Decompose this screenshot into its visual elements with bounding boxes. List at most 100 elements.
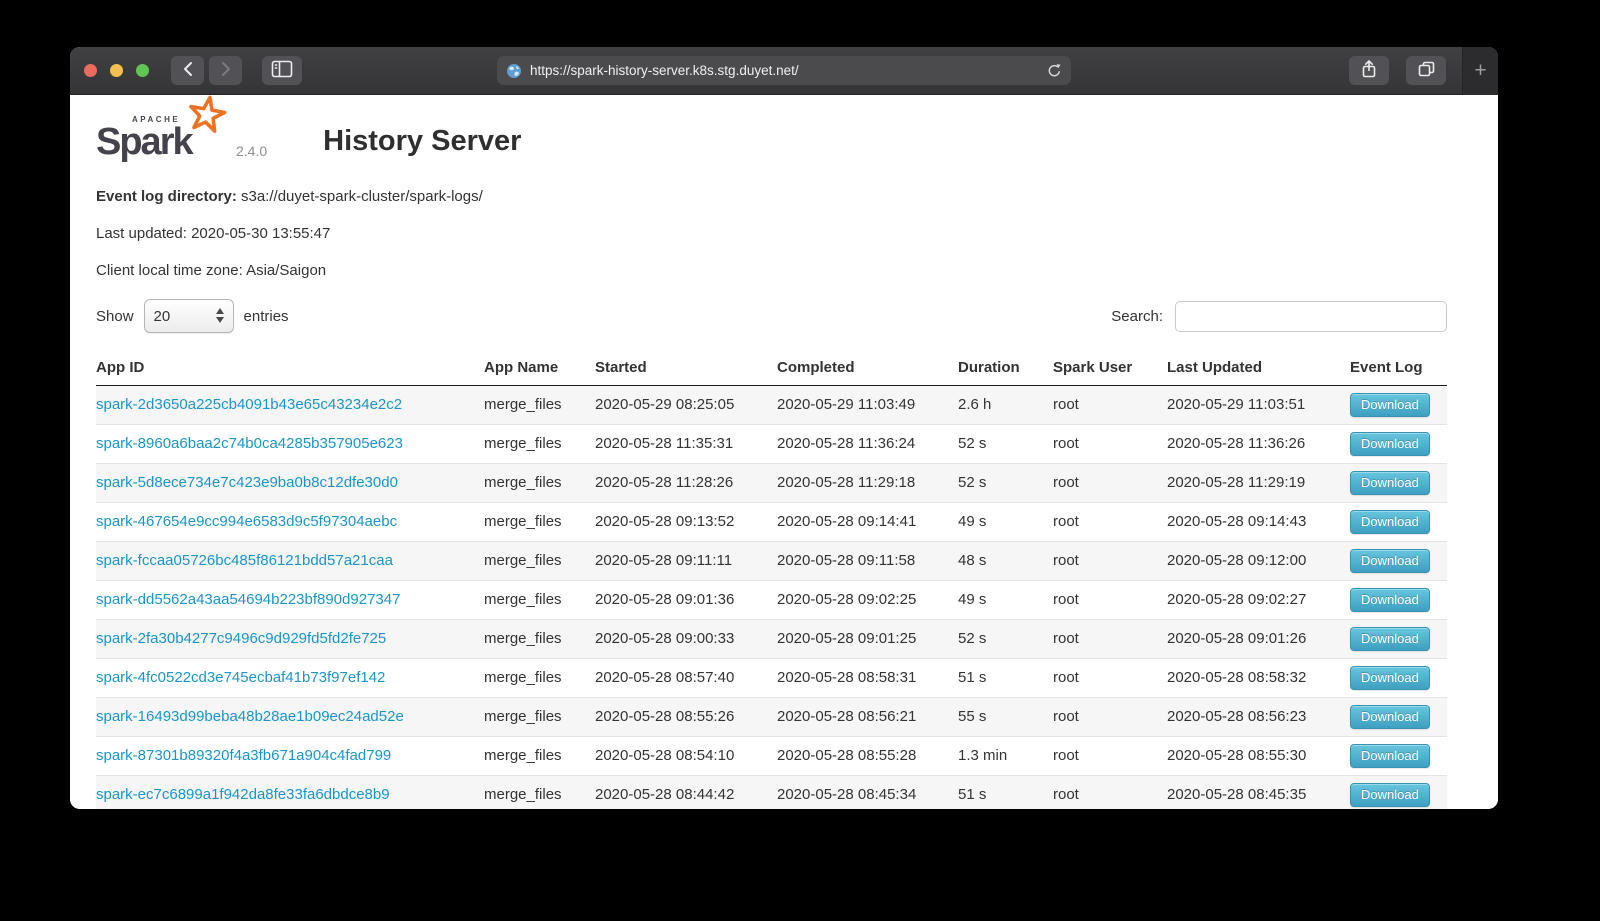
traffic-lights	[84, 64, 149, 77]
chevron-right-icon	[220, 61, 232, 80]
last-updated-cell: 2020-05-28 09:14:43	[1167, 503, 1350, 542]
event-log-cell: Download	[1350, 737, 1447, 776]
app-name-cell: merge_files	[484, 581, 595, 620]
search-label: Search:	[1111, 308, 1163, 325]
page-header: APACHE Spark 2.4.0 History Server	[96, 107, 1447, 160]
new-tab-button[interactable]: +	[1462, 47, 1498, 95]
last-updated-cell: 2020-05-28 11:29:19	[1167, 464, 1350, 503]
column-header-app-id[interactable]: App ID	[96, 351, 484, 386]
app-name-cell: merge_files	[484, 737, 595, 776]
download-button[interactable]: Download	[1350, 783, 1430, 807]
completed-cell: 2020-05-28 09:02:25	[777, 581, 958, 620]
column-header-app-name[interactable]: App Name	[484, 351, 595, 386]
page-title: History Server	[323, 127, 521, 160]
download-button[interactable]: Download	[1350, 627, 1430, 651]
last-updated-line: Last updated: 2020-05-30 13:55:47	[96, 225, 1447, 243]
entries-control: Show 20 entries	[96, 299, 289, 333]
download-button[interactable]: Download	[1350, 393, 1430, 417]
app-id-cell: spark-16493d99beba48b28ae1b09ec24ad52e	[96, 698, 484, 737]
app-id-cell: spark-467654e9cc994e6583d9c5f97304aebc	[96, 503, 484, 542]
address-bar[interactable]: https://spark-history-server.k8s.stg.duy…	[497, 56, 1071, 85]
download-button[interactable]: Download	[1350, 705, 1430, 729]
event-log-cell: Download	[1350, 425, 1447, 464]
sidebar-toggle-button[interactable]	[262, 56, 302, 85]
plus-icon: +	[1474, 59, 1486, 83]
event-log-directory-label: Event log directory:	[96, 188, 237, 205]
table-row: spark-fccaa05726bc485f86121bdd57a21caa m…	[96, 542, 1447, 581]
forward-button[interactable]	[209, 56, 242, 85]
toolbar-right-buttons	[1349, 56, 1446, 85]
search-input[interactable]	[1175, 301, 1447, 332]
spark-user-cell: root	[1053, 737, 1167, 776]
started-cell: 2020-05-28 11:35:31	[595, 425, 777, 464]
table-row: spark-5d8ece734e7c423e9ba0b8c12dfe30d0 m…	[96, 464, 1447, 503]
download-button[interactable]: Download	[1350, 744, 1430, 768]
minimize-window-button[interactable]	[110, 64, 123, 77]
last-updated-cell: 2020-05-28 09:01:26	[1167, 620, 1350, 659]
browser-toolbar: https://spark-history-server.k8s.stg.duy…	[70, 47, 1498, 95]
back-button[interactable]	[171, 56, 204, 85]
table-header-row: App IDApp NameStartedCompletedDurationSp…	[96, 351, 1447, 386]
duration-cell: 52 s	[958, 620, 1053, 659]
app-id-link[interactable]: spark-5d8ece734e7c423e9ba0b8c12dfe30d0	[96, 474, 398, 491]
event-log-cell: Download	[1350, 503, 1447, 542]
spark-user-cell: root	[1053, 698, 1167, 737]
download-button[interactable]: Download	[1350, 510, 1430, 534]
duration-cell: 1.3 min	[958, 737, 1053, 776]
column-header-last-updated[interactable]: Last Updated	[1167, 351, 1350, 386]
download-button[interactable]: Download	[1350, 666, 1430, 690]
app-id-link[interactable]: spark-dd5562a43aa54694b223bf890d927347	[96, 591, 400, 608]
reload-icon[interactable]	[1047, 63, 1062, 79]
download-button[interactable]: Download	[1350, 549, 1430, 573]
app-id-link[interactable]: spark-fccaa05726bc485f86121bdd57a21caa	[96, 552, 393, 569]
column-header-spark-user[interactable]: Spark User	[1053, 351, 1167, 386]
table-row: spark-dd5562a43aa54694b223bf890d927347 m…	[96, 581, 1447, 620]
duration-cell: 52 s	[958, 425, 1053, 464]
started-cell: 2020-05-28 09:13:52	[595, 503, 777, 542]
download-button[interactable]: Download	[1350, 432, 1430, 456]
download-button[interactable]: Download	[1350, 588, 1430, 612]
app-name-cell: merge_files	[484, 386, 595, 425]
close-window-button[interactable]	[84, 64, 97, 77]
app-id-cell: spark-5d8ece734e7c423e9ba0b8c12dfe30d0	[96, 464, 484, 503]
table-row: spark-87301b89320f4a3fb671a904c4fad799 m…	[96, 737, 1447, 776]
table-body: spark-2d3650a225cb4091b43e65c43234e2c2 m…	[96, 386, 1447, 810]
app-id-link[interactable]: spark-87301b89320f4a3fb671a904c4fad799	[96, 747, 391, 764]
column-header-completed[interactable]: Completed	[777, 351, 958, 386]
duration-cell: 2.6 h	[958, 386, 1053, 425]
chevron-left-icon	[182, 61, 194, 80]
app-name-cell: merge_files	[484, 425, 595, 464]
event-log-directory-value: s3a://duyet-spark-cluster/spark-logs/	[241, 188, 483, 205]
spark-history-page: APACHE Spark 2.4.0 History Server Event …	[70, 95, 1498, 808]
table-row: spark-2fa30b4277c9496c9d929fd5fd2fe725 m…	[96, 620, 1447, 659]
app-id-cell: spark-2d3650a225cb4091b43e65c43234e2c2	[96, 386, 484, 425]
app-id-link[interactable]: spark-ec7c6899a1f942da8fe33fa6dbdce8b9	[96, 786, 390, 803]
share-button[interactable]	[1349, 56, 1389, 85]
completed-cell: 2020-05-28 08:45:34	[777, 776, 958, 810]
app-id-link[interactable]: spark-8960a6baa2c74b0ca4285b357905e623	[96, 435, 403, 452]
column-header-duration[interactable]: Duration	[958, 351, 1053, 386]
zoom-window-button[interactable]	[136, 64, 149, 77]
column-header-event-log[interactable]: Event Log	[1350, 351, 1447, 386]
app-id-link[interactable]: spark-2d3650a225cb4091b43e65c43234e2c2	[96, 396, 402, 413]
search-control: Search:	[1111, 301, 1447, 332]
started-cell: 2020-05-28 08:57:40	[595, 659, 777, 698]
app-id-link[interactable]: spark-467654e9cc994e6583d9c5f97304aebc	[96, 513, 397, 530]
app-id-link[interactable]: spark-2fa30b4277c9496c9d929fd5fd2fe725	[96, 630, 386, 647]
spark-user-cell: root	[1053, 542, 1167, 581]
app-id-link[interactable]: spark-16493d99beba48b28ae1b09ec24ad52e	[96, 708, 404, 725]
spark-user-cell: root	[1053, 386, 1167, 425]
share-icon	[1360, 59, 1378, 82]
app-id-cell: spark-fccaa05726bc485f86121bdd57a21caa	[96, 542, 484, 581]
event-log-cell: Download	[1350, 581, 1447, 620]
column-header-started[interactable]: Started	[595, 351, 777, 386]
tab-overview-button[interactable]	[1406, 56, 1446, 85]
table-row: spark-8960a6baa2c74b0ca4285b357905e623 m…	[96, 425, 1447, 464]
app-id-cell: spark-4fc0522cd3e745ecbaf41b73f97ef142	[96, 659, 484, 698]
download-button[interactable]: Download	[1350, 471, 1430, 495]
app-id-cell: spark-8960a6baa2c74b0ca4285b357905e623	[96, 425, 484, 464]
duration-cell: 49 s	[958, 503, 1053, 542]
app-id-link[interactable]: spark-4fc0522cd3e745ecbaf41b73f97ef142	[96, 669, 385, 686]
entries-per-page-select[interactable]: 20	[144, 299, 234, 333]
started-cell: 2020-05-28 09:00:33	[595, 620, 777, 659]
